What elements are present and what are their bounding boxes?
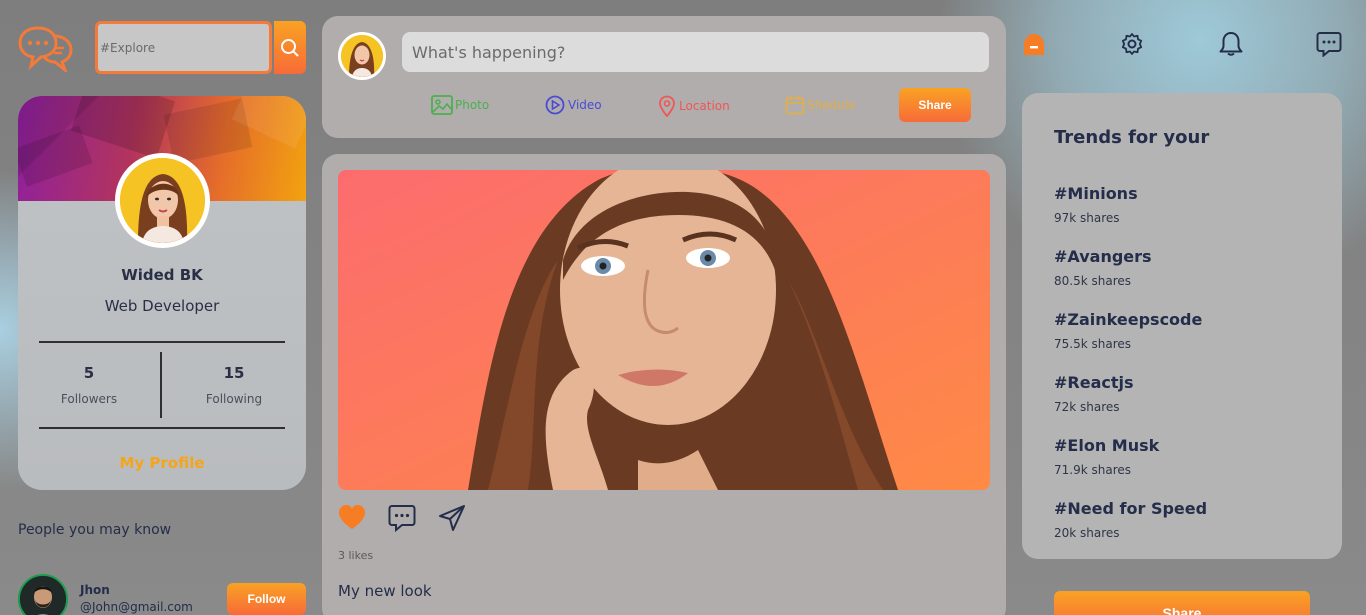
trend-shares: 80.5k shares	[1054, 274, 1131, 288]
video-label: Video	[568, 98, 602, 112]
search-button[interactable]	[274, 21, 306, 74]
trend-shares: 75.5k shares	[1054, 337, 1131, 351]
photo-option[interactable]: Photo	[431, 95, 489, 115]
location-option[interactable]: Location	[657, 95, 730, 117]
composer-avatar[interactable]	[338, 32, 386, 80]
messages-icon[interactable]	[1315, 30, 1343, 58]
my-profile-link[interactable]: My Profile	[18, 454, 306, 472]
trend-tag: #Zainkeepscode	[1054, 310, 1203, 329]
trend-tag: #Elon Musk	[1054, 436, 1160, 455]
trend-tag: #Need for Speed	[1054, 499, 1208, 518]
schedule-label: Shedule	[807, 98, 856, 112]
follower-item: Jhon @John@gmail.com Follow	[18, 572, 308, 615]
following-stat: 15 Following	[174, 364, 294, 406]
profile-card: Wided BK Web Developer 5 Followers 15 Fo…	[18, 96, 306, 490]
trends-card: Trends for your #Minions 97k shares #Ava…	[1022, 93, 1342, 559]
followers-stat: 5 Followers	[29, 364, 149, 406]
people-you-may-know-title: People you may know	[18, 522, 172, 538]
location-label: Location	[679, 99, 730, 113]
heart-icon[interactable]	[338, 504, 366, 530]
trend-item[interactable]: #Reactjs 72k shares	[1054, 373, 1310, 414]
comment-icon[interactable]	[388, 504, 416, 532]
post-caption: My new look	[338, 582, 432, 600]
post-card: 3 likes My new look	[322, 154, 1006, 615]
follower-email: @John@gmail.com	[80, 600, 193, 614]
share-icon[interactable]	[438, 504, 466, 532]
calendar-icon	[785, 96, 805, 115]
follow-button[interactable]: Follow	[227, 583, 306, 615]
play-circle-icon	[545, 95, 565, 115]
following-label: Following	[205, 392, 263, 406]
share-button[interactable]: Share	[899, 88, 971, 122]
post-composer: Photo Video Location Shedule Share	[322, 16, 1006, 138]
search-icon	[281, 38, 299, 57]
trend-item[interactable]: #Need for Speed 20k shares	[1054, 499, 1310, 540]
stat-divider	[160, 352, 162, 418]
schedule-option[interactable]: Shedule	[785, 95, 856, 115]
post-image[interactable]	[338, 170, 990, 490]
profile-role: Web Developer	[104, 297, 220, 315]
profile-avatar[interactable]	[115, 153, 210, 248]
follower-name: Jhon	[80, 583, 110, 597]
following-count: 15	[223, 364, 245, 382]
followers-count: 5	[83, 364, 95, 382]
search-input[interactable]	[95, 21, 272, 74]
trend-shares: 71.9k shares	[1054, 463, 1131, 477]
settings-icon[interactable]	[1118, 30, 1146, 58]
share-post-button[interactable]: Share	[1054, 591, 1310, 615]
photo-label: Photo	[455, 98, 490, 112]
post-reactions	[338, 504, 466, 532]
home-icon[interactable]	[1020, 30, 1048, 58]
trend-shares: 97k shares	[1054, 211, 1120, 225]
trend-item[interactable]: #Avangers 80.5k shares	[1054, 247, 1310, 288]
trend-tag: #Avangers	[1054, 247, 1152, 266]
trend-item[interactable]: #Elon Musk 71.9k shares	[1054, 436, 1310, 477]
trend-shares: 20k shares	[1054, 526, 1120, 540]
trends-title: Trends for your	[1054, 127, 1210, 148]
trend-item[interactable]: #Zainkeepscode 75.5k shares	[1054, 310, 1310, 351]
notification-icon[interactable]	[1217, 30, 1245, 58]
divider	[39, 427, 285, 429]
trend-item[interactable]: #Minions 97k shares	[1054, 184, 1310, 225]
photo-icon	[431, 95, 453, 115]
trend-tag: #Reactjs	[1054, 373, 1134, 392]
logo-icon[interactable]	[18, 24, 74, 75]
location-pin-icon	[659, 95, 675, 117]
trend-shares: 72k shares	[1054, 400, 1120, 414]
follower-avatar[interactable]	[18, 574, 68, 615]
status-input[interactable]	[402, 32, 989, 72]
divider	[39, 341, 285, 343]
profile-name: Wided BK	[121, 266, 203, 284]
trend-tag: #Minions	[1054, 184, 1138, 203]
followers-label: Followers	[60, 392, 118, 406]
video-option[interactable]: Video	[544, 95, 602, 115]
likes-count: 3 likes	[338, 549, 374, 562]
